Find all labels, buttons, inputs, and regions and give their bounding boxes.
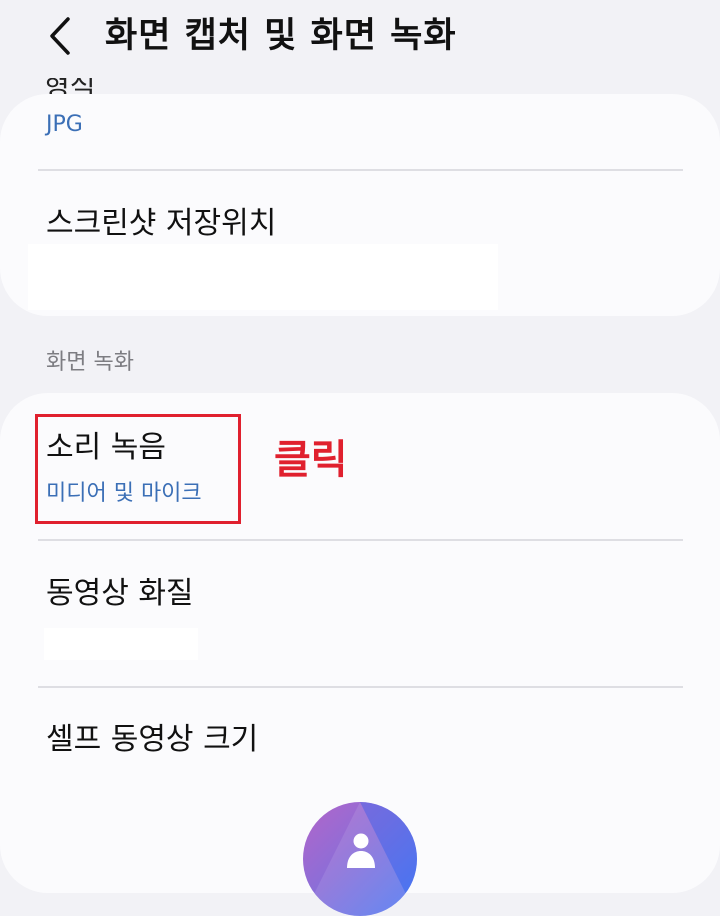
floating-action-button[interactable] [303, 802, 417, 916]
annotation-click-label: 클릭 [274, 437, 348, 483]
selfie-video-size-label: 셀프 동영상 크기 [46, 722, 259, 757]
annotation-highlight-box [35, 414, 241, 524]
top-app-bar: 화면 캡처 및 화면 녹화 [0, 0, 720, 78]
format-label: 형식 [44, 76, 96, 94]
selfie-video-size-item[interactable]: 셀프 동영상 크기 [0, 688, 720, 788]
video-quality-item[interactable]: 동영상 화질 [0, 541, 720, 686]
redacted-area [28, 244, 498, 310]
person-icon [347, 833, 375, 868]
redacted-area [44, 628, 198, 660]
format-value: JPG [46, 112, 83, 137]
video-quality-label: 동영상 화질 [46, 576, 194, 611]
page-title: 화면 캡처 및 화면 녹화 [105, 16, 457, 56]
divider [38, 169, 683, 171]
chevron-left-icon [50, 17, 70, 55]
section-header-screen-recording: 화면 녹화 [46, 350, 134, 375]
back-button[interactable] [34, 8, 86, 64]
save-location-label: 스크린샷 저장위치 [46, 206, 277, 241]
